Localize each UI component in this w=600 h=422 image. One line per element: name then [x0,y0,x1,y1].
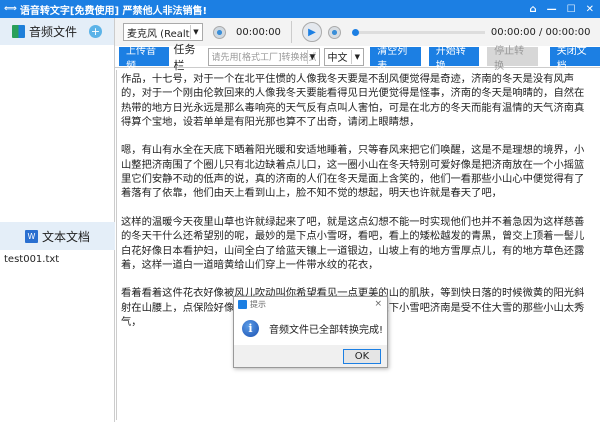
chevron-down-icon: ▼ [190,25,201,39]
language-select-value: 中文 [327,53,348,64]
toolbar: 上传音频 任务栏 请先用[格式工厂]转换格式! ▼ 中文 ▼ 清空列表 开始转换… [115,43,600,72]
divider [290,21,292,43]
chevron-down-icon: ▼ [306,49,318,64]
clear-list-button[interactable]: 清空列表 [370,46,421,72]
record-button[interactable] [213,25,226,39]
sidebar: 音频文件 + W 文本文档 test001.txt [0,18,115,422]
message-dialog: 提示 × i 音频文件已全部转换完成! OK [233,296,388,368]
window-title: 语音转文字[免费使用] 严禁他人非法销售! [19,5,208,17]
info-icon: i [242,319,259,337]
playback-slider[interactable] [351,28,485,36]
stop-convert-button: 停止转换 [487,46,538,72]
play-button[interactable]: ▶ [301,22,322,42]
stop-playback-button[interactable] [327,25,341,39]
audio-file-icon [11,25,25,38]
paragraph: 这样的温暖今天夜里山草也许就绿起来了吧，就是这点幻想不能一时实现他们也并不着急因… [121,215,585,271]
language-select[interactable]: 中文 ▼ [323,47,365,66]
app-logo-icon: ⟺ [4,4,17,14]
task-label: 任务栏 [173,42,196,72]
audio-files-label: 音频文件 [28,25,77,39]
text-docs-label: 文本文档 [41,229,90,244]
minimize-button[interactable]: — [547,4,557,15]
paragraph: 嗯，有山有水全在天底下晒着阳光暖和安适地睡着，只等春风来把它们唤醒，这是不是理想… [121,144,585,200]
dialog-close-button[interactable]: × [374,299,382,309]
close-button[interactable]: ✕ [586,4,594,15]
record-time: 00:00:00 [236,26,281,38]
chevron-down-icon: ▼ [351,49,362,64]
text-docs-header: W 文本文档 [0,222,115,250]
pin-icon[interactable]: ⌂ [529,4,536,15]
word-doc-icon: W [24,229,38,243]
app-logo-icon [238,299,247,309]
title-bar: ⟺ 语音转文字[免费使用] 严禁他人非法销售! ⌂ — ☐ ✕ [0,0,600,18]
dialog-message: 音频文件已全部转换完成! [269,324,384,336]
start-convert-button[interactable]: 开始转换 [428,46,480,72]
play-time: 00:00:00 / 00:00:00 [490,26,591,38]
close-document-button[interactable]: 关闭文档 [549,46,600,72]
slider-handle[interactable] [351,28,359,36]
task-select-placeholder: 请先用[格式工厂]转换格式! [211,53,316,63]
add-audio-button[interactable]: + [89,25,102,38]
upload-audio-button[interactable]: 上传音频 [119,46,170,72]
audio-files-header: 音频文件 + [0,18,114,45]
file-item[interactable]: test001.txt [4,254,59,265]
task-select[interactable]: 请先用[格式工厂]转换格式! ▼ [207,47,320,66]
microphone-select[interactable]: 麦克风 (Realtek Audi ▼ [123,23,203,41]
maximize-button[interactable]: ☐ [567,4,576,15]
microphone-select-value: 麦克风 (Realtek Audi [127,28,191,40]
ok-button[interactable]: OK [343,348,381,364]
paragraph: 作品，十七号，对于一个在北平住惯的人像我冬天要是不刮风便觉得是奇迹，济南的冬天是… [121,73,585,128]
dialog-title: 提示 [250,299,266,309]
